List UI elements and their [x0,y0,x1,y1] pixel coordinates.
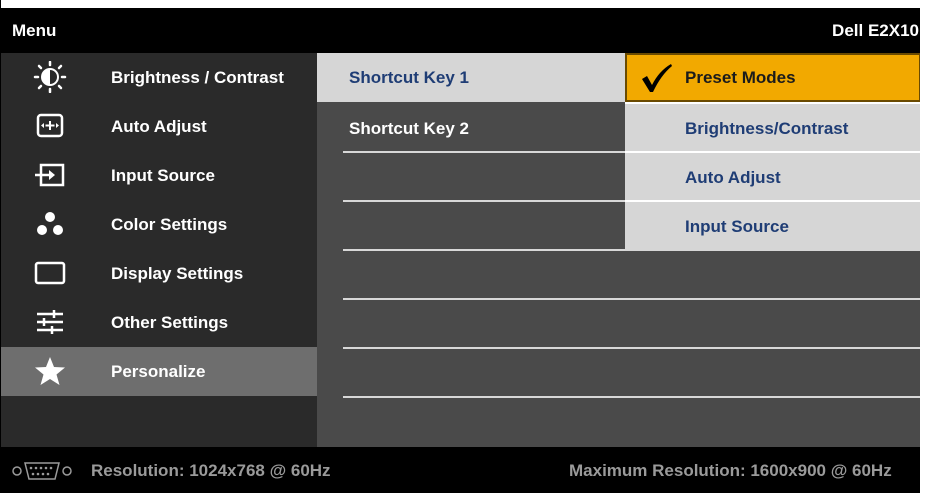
menu-item-display-settings[interactable]: Display Settings [1,249,317,298]
menu-title: Menu [12,21,57,40]
option-preset-modes[interactable]: Preset Modes [625,53,921,102]
menu-item-label: Input Source [111,166,215,185]
top-margin [1,0,921,8]
brightness-icon [33,61,67,93]
menu-item-personalize[interactable]: Personalize [1,347,317,396]
vga-connector-icon [12,462,72,480]
row-divider [343,298,625,300]
shortcut-options: Preset Modes Brightness/Contrast Auto Ad… [625,53,921,447]
row-divider [343,347,625,349]
submenu-item-shortcut-key-2[interactable]: Shortcut Key 2 [317,104,625,153]
maximum-resolution: Maximum Resolution: 1600x900 @ 60Hz [569,461,892,480]
color-settings-icon [37,212,63,235]
row-divider [343,396,625,398]
checkmark-icon [642,64,672,92]
option-input-source[interactable]: Input Source [625,202,921,251]
menu-item-label: Auto Adjust [111,117,207,136]
row-divider [625,151,921,153]
row-divider [343,151,625,153]
menu-item-label: Personalize [111,362,206,381]
menu-item-input-source[interactable]: Input Source [1,151,317,200]
option-label: Auto Adjust [685,168,781,187]
personalize-submenu: Shortcut Key 1 Shortcut Key 2 [317,53,625,447]
row-divider [343,200,625,202]
menu-item-color-settings[interactable]: Color Settings [1,200,317,249]
option-label: Brightness/Contrast [685,119,849,138]
auto-adjust-icon [36,113,64,138]
status-bar: Resolution: 1024x768 @ 60Hz Maximum Reso… [1,447,921,493]
row-divider [625,347,921,349]
other-settings-icon [37,310,63,334]
submenu-item-label: Shortcut Key 1 [349,68,469,87]
menu-item-label: Brightness / Contrast [111,68,284,87]
menu-item-auto-adjust[interactable]: Auto Adjust [1,102,317,151]
menu-item-brightness-contrast[interactable]: Brightness / Contrast [1,53,317,102]
star-icon [35,357,65,385]
menu-item-label: Display Settings [111,264,244,283]
option-auto-adjust[interactable]: Auto Adjust [625,153,921,202]
display-settings-icon [34,261,66,285]
row-divider [625,298,921,300]
row-divider [625,200,921,202]
row-divider [625,102,921,104]
option-label: Input Source [685,217,789,236]
option-label: Preset Modes [685,68,796,87]
osd-menu: Menu Dell E2X10 Brightness / Contrast Au… [0,0,921,493]
row-divider [343,249,625,251]
submenu-item-shortcut-key-1[interactable]: Shortcut Key 1 [317,53,625,102]
menu-item-label: Other Settings [111,313,229,332]
current-resolution: Resolution: 1024x768 @ 60Hz [91,461,331,480]
header-bar: Menu Dell E2X10 [1,8,921,53]
menu-item-label: Color Settings [111,215,228,234]
menu-item-other-settings[interactable]: Other Settings [1,298,317,347]
submenu-item-label: Shortcut Key 2 [349,119,469,138]
option-brightness-contrast[interactable]: Brightness/Contrast [625,104,921,153]
model-name: Dell E2X10 [832,21,919,40]
row-divider [625,396,921,398]
input-source-icon [35,163,65,187]
main-menu: Brightness / Contrast Auto Adjust Input … [1,53,317,447]
page-margin [920,0,930,493]
